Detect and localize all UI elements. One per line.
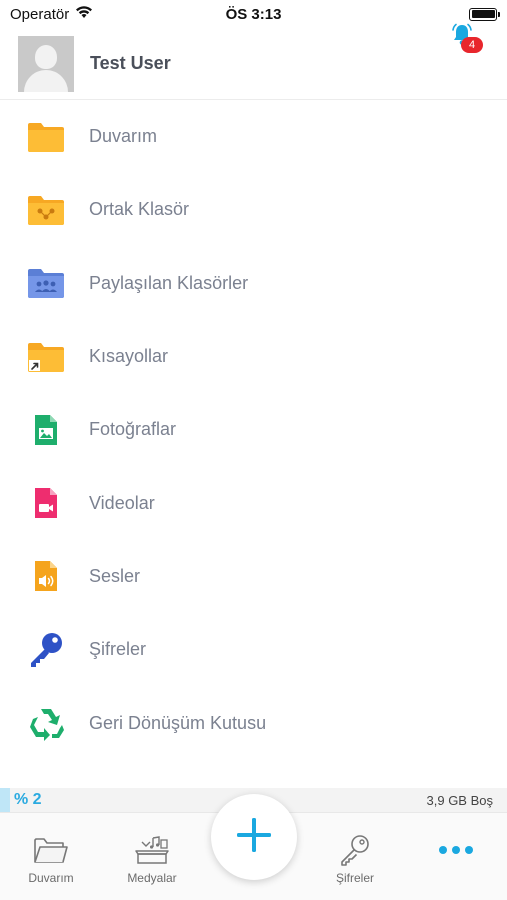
recycle-icon [26,703,66,743]
tab-medyalar[interactable]: Medyalar [107,813,197,900]
group-folder-icon [26,263,66,303]
more-button[interactable] [411,813,501,900]
storage-usage-fill [0,788,11,812]
media-icon [132,833,172,867]
menu-label: Duvarım [89,126,158,147]
add-button[interactable] [211,794,297,880]
shortcut-folder-icon [26,337,66,377]
menu-item-fotograflar[interactable]: Fotoğraflar [0,393,507,466]
menu-item-duvarim[interactable]: Duvarım [0,100,507,173]
photo-file-icon [26,410,66,450]
storage-free: 3,9 GB Boş [426,792,493,808]
menu-label: Ortak Klasör [89,199,190,220]
tab-sifreler[interactable]: Şifreler [310,813,400,900]
carrier-label: Operatör [10,5,70,23]
folder-icon [26,117,66,157]
menu-list: Duvarım Ortak Klasör Paylaşılan Klasörle… [0,100,507,788]
audio-file-icon [26,556,66,596]
menu-item-sesler[interactable]: Sesler [0,540,507,613]
battery-level [471,10,495,18]
key-icon [26,630,66,670]
menu-item-sifreler[interactable]: Şifreler [0,613,507,686]
menu-label: Kısayollar [89,346,169,367]
key-outline-icon [335,833,375,867]
folder-outline-icon [31,833,71,867]
menu-item-videolar[interactable]: Videolar [0,466,507,539]
video-file-icon [26,483,66,523]
plus-icon [235,816,273,859]
shared-folder-icon [26,190,66,230]
more-dots-icon [436,833,476,867]
status-left: Operatör [10,5,93,23]
user-name[interactable]: Test User [90,53,171,74]
tab-duvarim[interactable]: Duvarım [6,813,96,900]
menu-label: Geri Dönüşüm Kutusu [89,712,267,733]
menu-label: Şifreler [89,639,147,660]
tab-label: Şifreler [335,871,374,885]
menu-label: Fotoğraflar [89,419,177,440]
storage-percent: % 2 [14,791,42,808]
profile-header: Test User [0,28,507,100]
menu-item-geri-donusum-kutusu[interactable]: Geri Dönüşüm Kutusu [0,686,507,759]
menu-item-paylasilan-klasorler[interactable]: Paylaşılan Klasörler [0,247,507,320]
tab-label: Medyalar [127,871,177,885]
battery-icon [469,7,500,21]
wifi-icon [75,5,93,23]
tab-label: Duvarım [28,871,74,885]
avatar[interactable] [18,35,74,92]
menu-item-ortak-klasor[interactable]: Ortak Klasör [0,173,507,246]
menu-label: Sesler [89,565,141,586]
menu-item-kisayollar[interactable]: Kısayollar [0,320,507,393]
menu-label: Videolar [89,492,155,513]
notification-badge: 4 [461,37,483,53]
status-bar: Operatör ÖS 3:13 [0,0,507,28]
menu-label: Paylaşılan Klasörler [89,272,249,293]
